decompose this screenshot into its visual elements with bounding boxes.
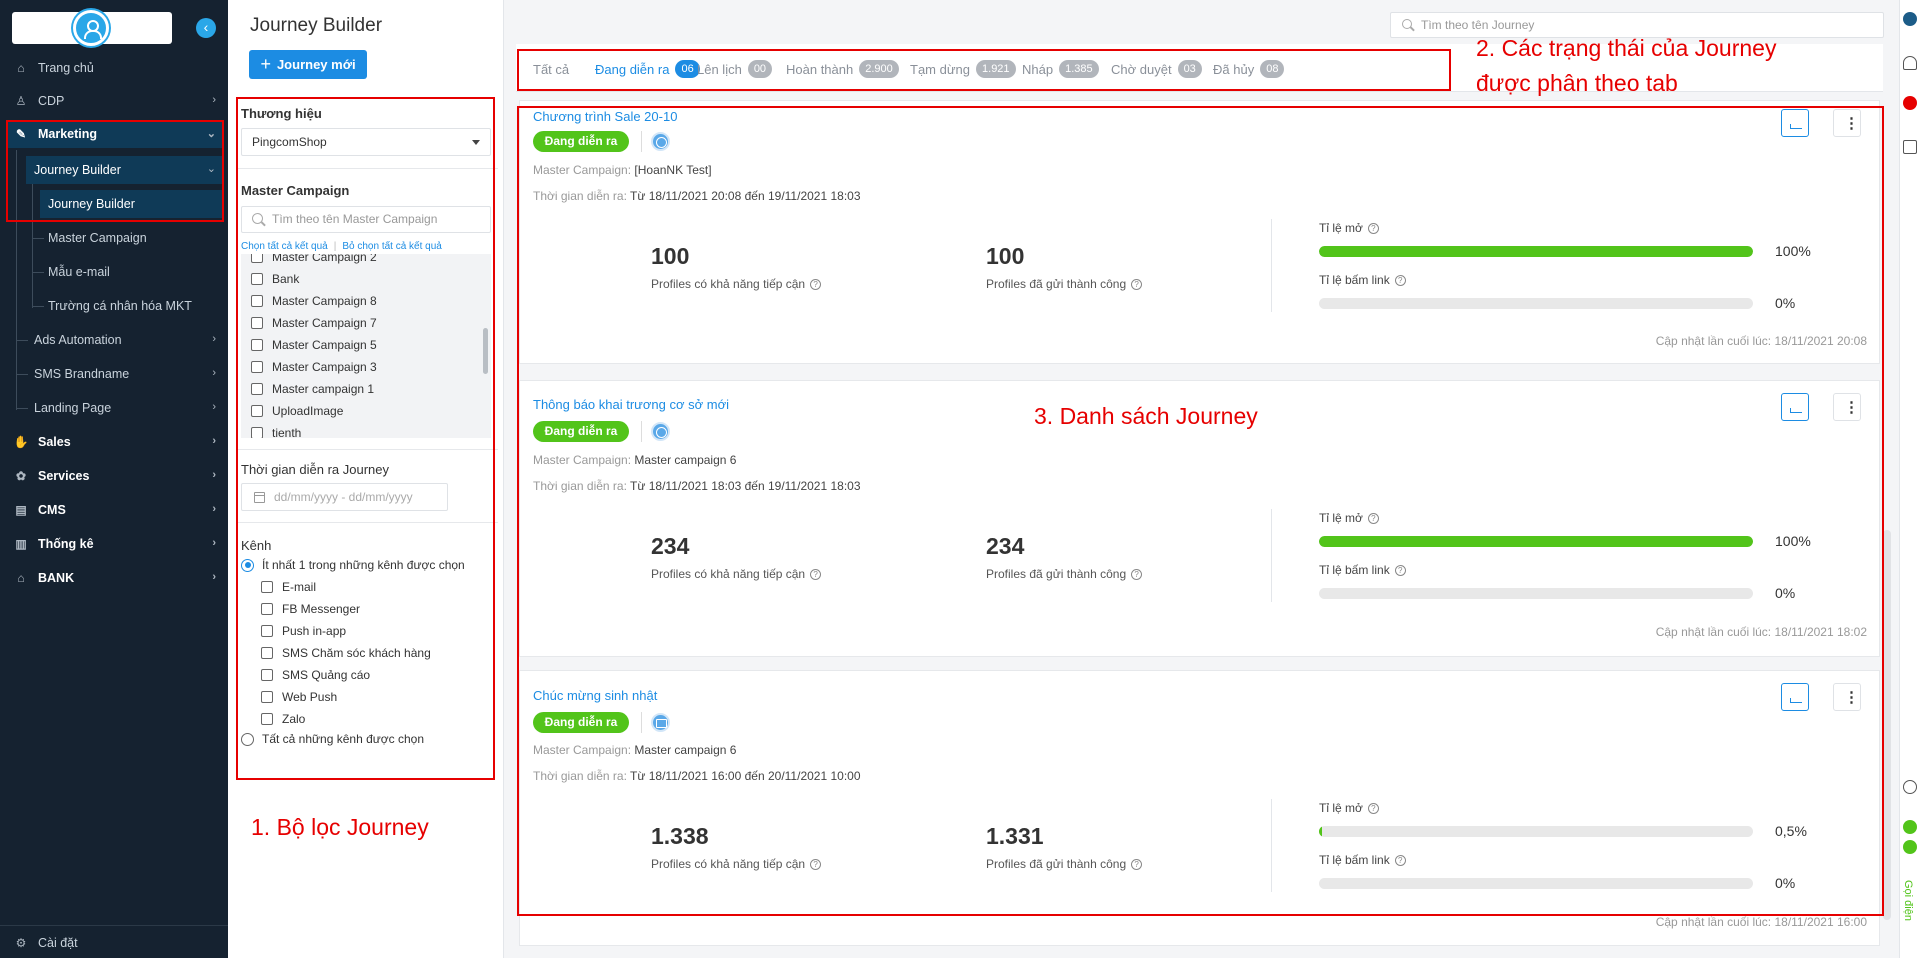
nav-label: Services [38, 469, 90, 483]
nav-bank[interactable]: ⌂ BANK › [0, 561, 228, 595]
tree-line [32, 238, 44, 239]
page-scrollbar[interactable] [1883, 530, 1891, 920]
annotation-tabs-line2: được phân theo tab [1476, 70, 1678, 96]
annotation-box-filter [236, 97, 495, 780]
user-icon: ♙ [15, 94, 27, 108]
chevron-right-icon: › [212, 537, 216, 549]
annotation-list: 3. Danh sách Journey [1034, 403, 1258, 429]
search-icon [1402, 19, 1412, 29]
chevron-right-icon: › [212, 435, 216, 447]
tree-line [32, 272, 44, 273]
nav-stats[interactable]: ▥ Thống kê › [0, 527, 228, 561]
gear-icon: ⚙ [15, 936, 27, 950]
nav-sms-brandname[interactable]: SMS Brandname › [34, 357, 228, 391]
avatar[interactable] [1903, 12, 1917, 26]
chevron-right-icon: › [212, 571, 216, 583]
annotation-filter: 1. Bộ lọc Journey [251, 814, 429, 840]
gift-icon[interactable] [1903, 140, 1917, 154]
help-circle-icon[interactable] [1903, 780, 1917, 794]
nav-label: BANK [38, 571, 75, 585]
tree-line [16, 408, 28, 409]
nav-label: SMS Brandname [34, 367, 130, 381]
chevron-right-icon: › [212, 503, 216, 515]
chevron-right-icon: › [212, 94, 216, 106]
updated-value: 18/11/2021 16:00 [1774, 915, 1867, 929]
nav-email-template[interactable]: Mẫu e-mail [48, 255, 228, 289]
nav-label: CDP [38, 94, 65, 108]
nav-services[interactable]: ✿ Services › [0, 459, 228, 493]
nav-landing-page[interactable]: Landing Page › [34, 391, 228, 425]
phone-icon[interactable] [1903, 820, 1917, 834]
nav-label: Cài đặt [38, 936, 78, 950]
nav-settings[interactable]: ⚙ Cài đặt [0, 925, 228, 958]
nav-label: CMS [38, 503, 66, 517]
collapse-sidebar-icon[interactable]: ‹ [196, 18, 216, 38]
new-journey-label: Journey mới [276, 57, 356, 72]
annotation-box-nav [6, 120, 224, 222]
nav-label: Mẫu e-mail [48, 265, 110, 279]
annotation-box-list [517, 106, 1884, 916]
tree-line [16, 374, 28, 375]
app-logo[interactable] [12, 10, 172, 46]
annotation-box-tabs [517, 49, 1451, 91]
nav-sales[interactable]: ✋ Sales › [0, 425, 228, 459]
plus-icon: + [260, 54, 271, 74]
chevron-right-icon: › [212, 469, 216, 481]
nav-label: Landing Page [34, 401, 112, 415]
chevron-right-icon: › [212, 333, 216, 345]
tree-line [16, 340, 28, 341]
nav-ads-automation[interactable]: Ads Automation › [34, 323, 228, 357]
annotation-tabs-line1: 2. Các trạng thái của Journey [1476, 35, 1777, 61]
updated-label: Cập nhật lần cuối lúc: [1655, 915, 1772, 929]
tree-line [32, 306, 44, 307]
nav-cms[interactable]: ▤ CMS › [0, 493, 228, 527]
nav-label: Ads Automation [34, 333, 122, 347]
handshake-icon: ✋ [13, 435, 29, 449]
nav-personalization-fields[interactable]: Trường cá nhân hóa MKT [48, 289, 228, 323]
nav-master-campaign[interactable]: Master Campaign [48, 221, 228, 255]
flag-vn-icon[interactable] [1903, 96, 1917, 110]
journey-search-placeholder: Tìm theo tên Journey [1421, 18, 1535, 32]
utility-bar: Gọi điện [1899, 0, 1919, 958]
nav-label: Sales [38, 435, 71, 449]
logo-mark-icon [73, 10, 109, 46]
nav-cdp[interactable]: ♙ CDP › [0, 84, 228, 118]
nav-settings-row: ⚙ Cài đặt [0, 926, 228, 958]
nav-label: Trang chủ [38, 61, 94, 75]
last-updated: Cập nhật lần cuối lúc: 18/11/2021 16:00 [1656, 915, 1867, 929]
call-label[interactable]: Gọi điện [1902, 880, 1914, 921]
cms-icon: ▤ [15, 503, 27, 517]
services-icon: ✿ [15, 469, 27, 483]
page-title: Journey Builder [250, 15, 383, 36]
nav-label: Thống kê [38, 537, 94, 551]
chevron-right-icon: › [212, 401, 216, 413]
chart-icon: ▥ [15, 537, 27, 551]
home-icon: ⌂ [17, 61, 25, 75]
nav-home[interactable]: ⌂ Trang chủ [0, 51, 228, 85]
chevron-right-icon: › [212, 367, 216, 379]
chat-icon[interactable] [1903, 840, 1917, 854]
bank-icon: ⌂ [17, 571, 25, 585]
nav-label: Master Campaign [48, 231, 147, 245]
new-journey-button[interactable]: + Journey mới [249, 50, 367, 79]
nav-label: Trường cá nhân hóa MKT [48, 299, 192, 313]
bell-icon[interactable] [1903, 56, 1917, 70]
